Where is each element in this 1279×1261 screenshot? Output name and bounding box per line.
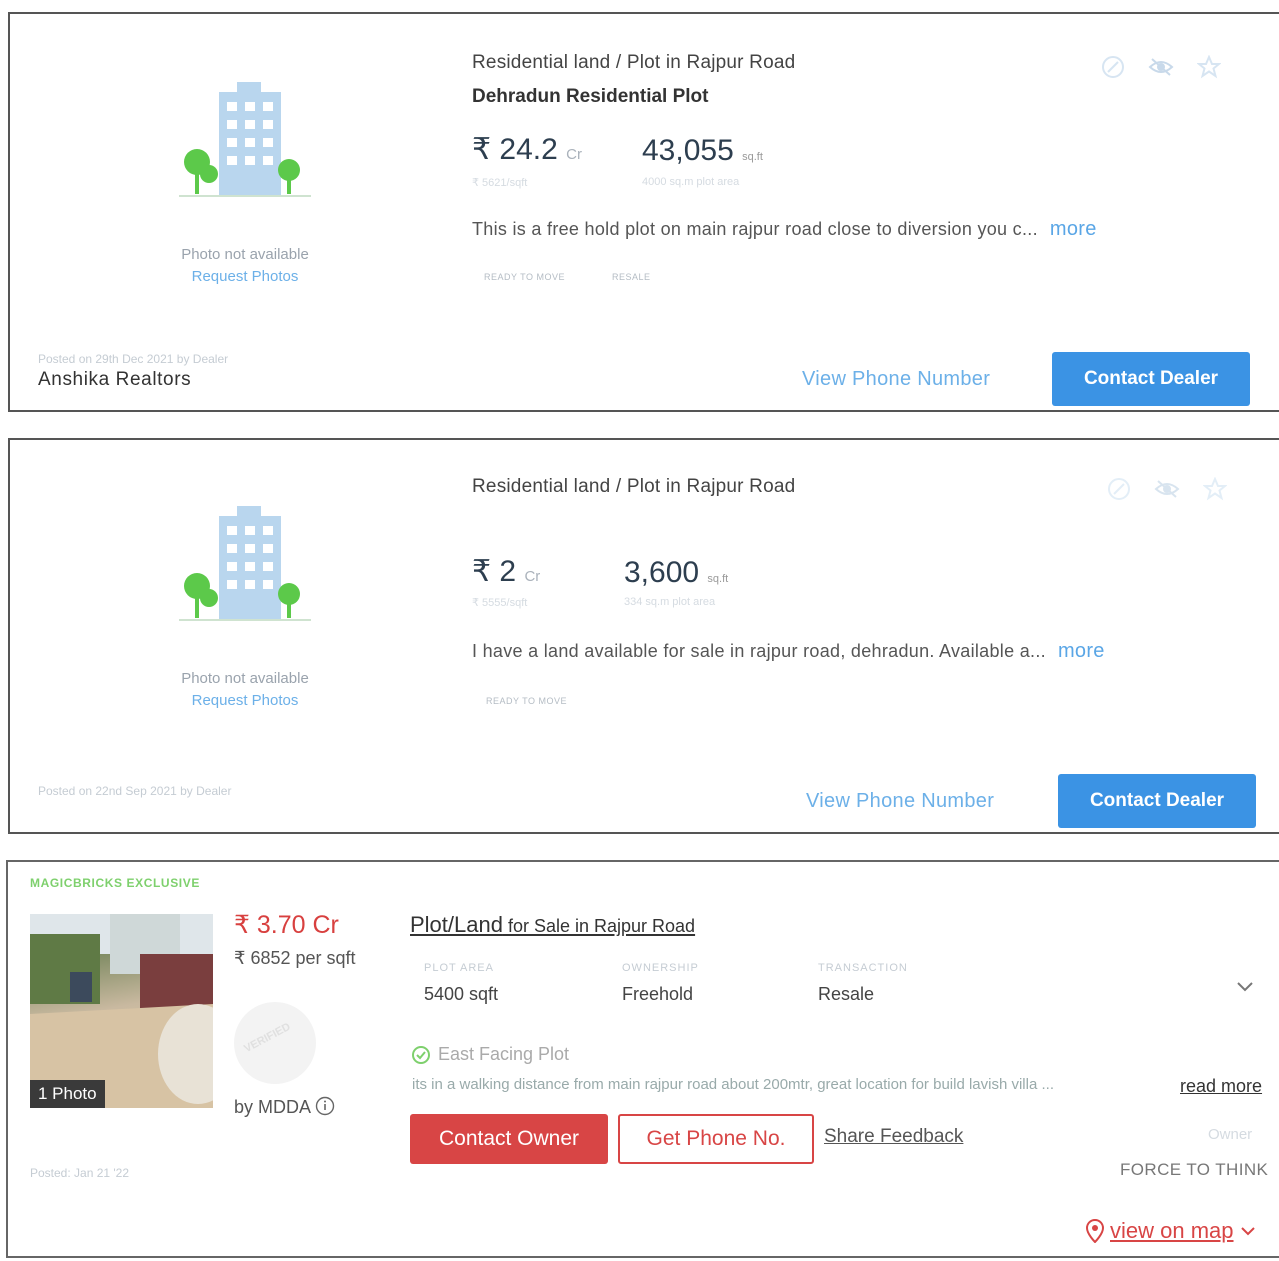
price: ₹ 3.70 Cr (234, 911, 339, 939)
star-icon[interactable] (1196, 54, 1222, 80)
property-name[interactable]: Dehradun Residential Plot (472, 86, 708, 108)
summary-transaction: TRANSACTION Resale (818, 962, 908, 1004)
building-icon (179, 82, 311, 197)
price-per-sqft: ₹ 5621/sqft (472, 177, 528, 189)
property-type[interactable]: Residential land / Plot in Rajpur Road (472, 476, 795, 498)
verified-stamp: VERIFIED (234, 1002, 316, 1084)
tag-ready-to-move: READY TO MOVE (486, 696, 568, 706)
price-per-sqft: ₹ 5555/sqft (472, 597, 528, 609)
request-photos-link[interactable]: Request Photos (160, 266, 330, 288)
area: 43,055 sq.ft (642, 134, 763, 167)
area: 3,600 sq.ft (624, 556, 729, 589)
approved-by: by MDDA (234, 1096, 335, 1118)
description: I have a land available for sale in rajp… (472, 640, 1105, 662)
listing-title[interactable]: Plot/Land for Sale in Rajpur Road (410, 912, 695, 938)
share-feedback-link[interactable]: Share Feedback (824, 1126, 963, 1148)
description: This is a free hold plot on main rajpur … (472, 218, 1097, 240)
check-circle-icon (412, 1045, 430, 1064)
request-photos-link[interactable]: Request Photos (160, 690, 330, 712)
photo-scene (30, 914, 213, 1108)
chevron-down-icon (1240, 1227, 1255, 1236)
description: its in a walking distance from main rajp… (412, 1076, 1054, 1093)
photo-placeholder: Photo not available Request Photos (160, 502, 330, 712)
listing-actions (1106, 476, 1228, 502)
area-unit: sq.ft (707, 573, 729, 585)
area-sub: 4000 sq.m plot area (642, 176, 740, 188)
share-icon[interactable] (1106, 476, 1132, 502)
property-photo[interactable]: 1 Photo (30, 914, 213, 1108)
building-icon (179, 506, 311, 621)
listing-card: Photo not available Request Photos Resid… (8, 438, 1279, 834)
more-link[interactable]: more (1050, 218, 1097, 240)
get-phone-button[interactable]: Get Phone No. (618, 1114, 814, 1164)
info-icon[interactable] (315, 1096, 335, 1116)
photo-count-badge: 1 Photo (30, 1080, 105, 1108)
price-suffix: Cr (524, 568, 541, 585)
owner-name: FORCE TO THINK (1120, 1160, 1269, 1179)
star-icon[interactable] (1202, 476, 1228, 502)
area-unit: sq.ft (742, 151, 763, 163)
share-icon[interactable] (1100, 54, 1126, 80)
facing-feature: East Facing Plot (412, 1044, 569, 1065)
property-type: Residential land / Plot in Rajpur Road (472, 52, 796, 73)
contact-dealer-button[interactable]: Contact Dealer (1058, 774, 1256, 828)
exclusive-badge: MAGICBRICKS EXCLUSIVE (30, 876, 200, 890)
listing-actions (1100, 54, 1222, 80)
area-sub: 334 sq.m plot area (624, 596, 716, 608)
owner-label: Owner (1208, 1126, 1253, 1143)
price-suffix: Cr (566, 146, 582, 163)
price-per-sqft: ₹ 6852 per sqft (234, 948, 356, 968)
photo-placeholder: Photo not available Request Photos (160, 78, 330, 288)
price: ₹ 2 Cr (472, 555, 541, 588)
summary-plot-area: PLOT AREA 5400 sqft (424, 962, 499, 1004)
map-pin-icon (1086, 1219, 1104, 1243)
photo-not-available-text: Photo not available (181, 670, 309, 687)
photo-not-available-text: Photo not available (181, 246, 309, 263)
exclusive-listing-card: MAGICBRICKS EXCLUSIVE 1 Photo ₹ 3.70 Cr … (6, 860, 1279, 1258)
tag-ready-to-move: READY TO MOVE (484, 272, 566, 282)
summary-ownership: OWNERSHIP Freehold (622, 962, 699, 1004)
chevron-down-icon[interactable] (1236, 980, 1254, 998)
contact-dealer-button[interactable]: Contact Dealer (1052, 352, 1250, 406)
hide-icon[interactable] (1154, 476, 1180, 502)
view-phone-number-link[interactable]: View Phone Number (806, 790, 994, 813)
contact-owner-button[interactable]: Contact Owner (410, 1114, 608, 1164)
read-more-link[interactable]: read more (1180, 1076, 1262, 1097)
dealer-name[interactable]: Anshika Realtors (38, 369, 191, 391)
tag-resale: RESALE (612, 272, 651, 282)
view-on-map-link[interactable]: view on map (1086, 1218, 1256, 1244)
hide-icon[interactable] (1148, 54, 1174, 80)
posted-info: Posted on 29th Dec 2021 by Dealer (38, 352, 229, 366)
more-link[interactable]: more (1058, 640, 1105, 662)
listing-card: Photo not available Request Photos Resid… (8, 12, 1279, 412)
posted-info: Posted: Jan 21 '22 (30, 1166, 130, 1180)
posted-info: Posted on 22nd Sep 2021 by Dealer (38, 784, 232, 798)
view-phone-number-link[interactable]: View Phone Number (802, 368, 990, 391)
price: ₹ 24.2 Cr (472, 133, 582, 166)
